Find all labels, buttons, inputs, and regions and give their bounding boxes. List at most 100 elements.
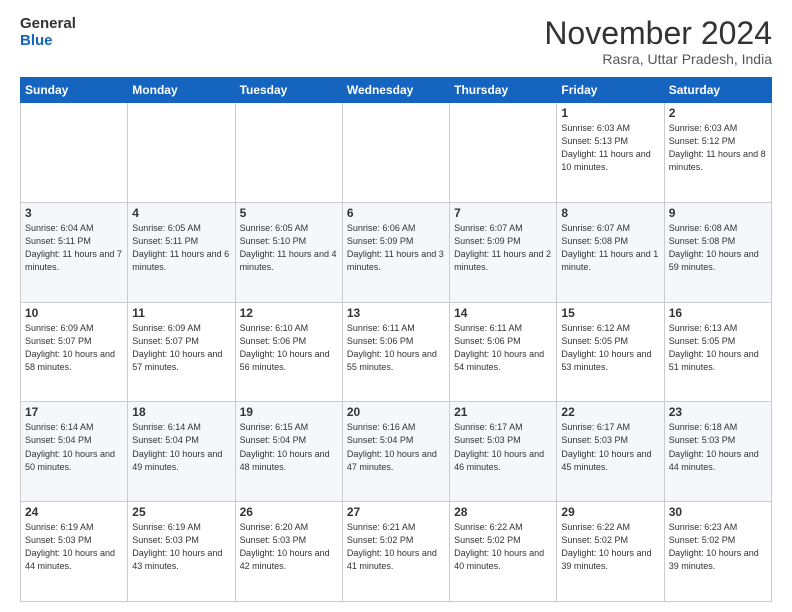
col-monday: Monday xyxy=(128,78,235,103)
day-number: 29 xyxy=(561,505,659,519)
calendar-cell-2-4: 14 Sunrise: 6:11 AM Sunset: 5:06 PM Dayli… xyxy=(450,302,557,402)
day-number: 7 xyxy=(454,206,552,220)
day-info: Sunrise: 6:07 AM Sunset: 5:08 PM Dayligh… xyxy=(561,222,659,274)
calendar-cell-1-3: 6Sunrise: 6:06 AM Sunset: 5:09 PM Daylig… xyxy=(342,202,449,302)
calendar-cell-4-1: 25 Sunrise: 6:19 AM Sunset: 5:03 PM Dayli… xyxy=(128,502,235,602)
day-number: 3 xyxy=(25,206,123,220)
calendar-cell-3-1: 18Sunrise: 6:14 AM Sunset: 5:04 PM Dayli… xyxy=(128,402,235,502)
logo-blue-text: Blue xyxy=(20,33,76,50)
calendar-cell-0-5: 1 Sunrise: 6:03 AM Sunset: 5:13 PM Daylig… xyxy=(557,103,664,203)
calendar-header-row: Sunday Monday Tuesday Wednesday Thursday… xyxy=(21,78,772,103)
day-number: 11 xyxy=(132,306,230,320)
calendar-cell-0-4 xyxy=(450,103,557,203)
day-info: Sunrise: 6:22 AM Sunset: 5:02 PM Dayligh… xyxy=(454,521,552,573)
day-number: 15 xyxy=(561,306,659,320)
calendar-cell-4-4: 28 Sunrise: 6:22 AM Sunset: 5:02 PM Dayli… xyxy=(450,502,557,602)
calendar-cell-4-5: 29 Sunrise: 6:22 AM Sunset: 5:02 PM Dayli… xyxy=(557,502,664,602)
calendar-cell-1-4: 7Sunrise: 6:07 AM Sunset: 5:09 PM Daylig… xyxy=(450,202,557,302)
calendar-cell-1-6: 9 Sunrise: 6:08 AM Sunset: 5:08 PM Daylig… xyxy=(664,202,771,302)
day-number: 26 xyxy=(240,505,338,519)
day-info: Sunrise: 6:19 AM Sunset: 5:03 PM Dayligh… xyxy=(132,521,230,573)
day-number: 8 xyxy=(561,206,659,220)
calendar-table: Sunday Monday Tuesday Wednesday Thursday… xyxy=(20,77,772,602)
week-row-4: 17 Sunrise: 6:14 AM Sunset: 5:04 PM Dayli… xyxy=(21,402,772,502)
calendar-cell-4-0: 24Sunrise: 6:19 AM Sunset: 5:03 PM Dayli… xyxy=(21,502,128,602)
day-number: 18 xyxy=(132,405,230,419)
day-info: Sunrise: 6:14 AM Sunset: 5:04 PM Dayligh… xyxy=(25,421,123,473)
day-number: 19 xyxy=(240,405,338,419)
day-number: 17 xyxy=(25,405,123,419)
day-info: Sunrise: 6:13 AM Sunset: 5:05 PM Dayligh… xyxy=(669,322,767,374)
week-row-2: 3 Sunrise: 6:04 AM Sunset: 5:11 PM Daylig… xyxy=(21,202,772,302)
day-info: Sunrise: 6:09 AM Sunset: 5:07 PM Dayligh… xyxy=(25,322,123,374)
day-number: 6 xyxy=(347,206,445,220)
day-info: Sunrise: 6:22 AM Sunset: 5:02 PM Dayligh… xyxy=(561,521,659,573)
day-number: 4 xyxy=(132,206,230,220)
day-number: 10 xyxy=(25,306,123,320)
col-sunday: Sunday xyxy=(21,78,128,103)
month-title: November 2024 xyxy=(544,16,772,51)
page: General Blue General Blue November 2024 … xyxy=(0,0,792,612)
calendar-cell-2-0: 10 Sunrise: 6:09 AM Sunset: 5:07 PM Dayli… xyxy=(21,302,128,402)
calendar-cell-3-3: 20 Sunrise: 6:16 AM Sunset: 5:04 PM Dayli… xyxy=(342,402,449,502)
calendar-cell-0-0 xyxy=(21,103,128,203)
day-info: Sunrise: 6:10 AM Sunset: 5:06 PM Dayligh… xyxy=(240,322,338,374)
week-row-3: 10 Sunrise: 6:09 AM Sunset: 5:07 PM Dayli… xyxy=(21,302,772,402)
day-number: 13 xyxy=(347,306,445,320)
week-row-1: 1 Sunrise: 6:03 AM Sunset: 5:13 PM Daylig… xyxy=(21,103,772,203)
day-info: Sunrise: 6:04 AM Sunset: 5:11 PM Dayligh… xyxy=(25,222,123,274)
day-number: 23 xyxy=(669,405,767,419)
day-info: Sunrise: 6:08 AM Sunset: 5:08 PM Dayligh… xyxy=(669,222,767,274)
day-number: 2 xyxy=(669,106,767,120)
calendar-cell-0-6: 2Sunrise: 6:03 AM Sunset: 5:12 PM Daylig… xyxy=(664,103,771,203)
day-info: Sunrise: 6:09 AM Sunset: 5:07 PM Dayligh… xyxy=(132,322,230,374)
day-info: Sunrise: 6:23 AM Sunset: 5:02 PM Dayligh… xyxy=(669,521,767,573)
title-block: November 2024 Rasra, Uttar Pradesh, Indi… xyxy=(544,16,772,67)
location: Rasra, Uttar Pradesh, India xyxy=(544,51,772,67)
day-number: 28 xyxy=(454,505,552,519)
calendar-cell-0-2 xyxy=(235,103,342,203)
calendar-cell-2-6: 16Sunrise: 6:13 AM Sunset: 5:05 PM Dayli… xyxy=(664,302,771,402)
day-number: 12 xyxy=(240,306,338,320)
day-number: 21 xyxy=(454,405,552,419)
col-wednesday: Wednesday xyxy=(342,78,449,103)
col-friday: Friday xyxy=(557,78,664,103)
day-number: 1 xyxy=(561,106,659,120)
calendar-cell-3-5: 22Sunrise: 6:17 AM Sunset: 5:03 PM Dayli… xyxy=(557,402,664,502)
day-number: 9 xyxy=(669,206,767,220)
calendar-cell-1-5: 8 Sunrise: 6:07 AM Sunset: 5:08 PM Daylig… xyxy=(557,202,664,302)
calendar-cell-2-3: 13 Sunrise: 6:11 AM Sunset: 5:06 PM Dayli… xyxy=(342,302,449,402)
day-number: 24 xyxy=(25,505,123,519)
day-number: 25 xyxy=(132,505,230,519)
day-info: Sunrise: 6:20 AM Sunset: 5:03 PM Dayligh… xyxy=(240,521,338,573)
day-info: Sunrise: 6:17 AM Sunset: 5:03 PM Dayligh… xyxy=(561,421,659,473)
calendar-cell-0-3 xyxy=(342,103,449,203)
calendar-cell-3-4: 21Sunrise: 6:17 AM Sunset: 5:03 PM Dayli… xyxy=(450,402,557,502)
day-info: Sunrise: 6:11 AM Sunset: 5:06 PM Dayligh… xyxy=(454,322,552,374)
day-number: 5 xyxy=(240,206,338,220)
day-info: Sunrise: 6:18 AM Sunset: 5:03 PM Dayligh… xyxy=(669,421,767,473)
calendar-cell-0-1 xyxy=(128,103,235,203)
col-tuesday: Tuesday xyxy=(235,78,342,103)
day-info: Sunrise: 6:05 AM Sunset: 5:11 PM Dayligh… xyxy=(132,222,230,274)
calendar-cell-2-5: 15Sunrise: 6:12 AM Sunset: 5:05 PM Dayli… xyxy=(557,302,664,402)
calendar-cell-2-2: 12 Sunrise: 6:10 AM Sunset: 5:06 PM Dayli… xyxy=(235,302,342,402)
calendar-cell-4-6: 30 Sunrise: 6:23 AM Sunset: 5:02 PM Dayli… xyxy=(664,502,771,602)
calendar-cell-4-3: 27 Sunrise: 6:21 AM Sunset: 5:02 PM Dayli… xyxy=(342,502,449,602)
day-info: Sunrise: 6:16 AM Sunset: 5:04 PM Dayligh… xyxy=(347,421,445,473)
day-info: Sunrise: 6:15 AM Sunset: 5:04 PM Dayligh… xyxy=(240,421,338,473)
calendar-cell-3-2: 19 Sunrise: 6:15 AM Sunset: 5:04 PM Dayli… xyxy=(235,402,342,502)
col-thursday: Thursday xyxy=(450,78,557,103)
day-info: Sunrise: 6:21 AM Sunset: 5:02 PM Dayligh… xyxy=(347,521,445,573)
day-number: 14 xyxy=(454,306,552,320)
day-number: 30 xyxy=(669,505,767,519)
day-info: Sunrise: 6:11 AM Sunset: 5:06 PM Dayligh… xyxy=(347,322,445,374)
day-number: 27 xyxy=(347,505,445,519)
logo: General Blue General Blue xyxy=(20,16,76,49)
day-number: 20 xyxy=(347,405,445,419)
calendar-cell-1-1: 4 Sunrise: 6:05 AM Sunset: 5:11 PM Daylig… xyxy=(128,202,235,302)
header: General Blue General Blue November 2024 … xyxy=(20,16,772,67)
day-info: Sunrise: 6:03 AM Sunset: 5:13 PM Dayligh… xyxy=(561,122,659,174)
logo-text: General Blue xyxy=(20,16,76,49)
col-saturday: Saturday xyxy=(664,78,771,103)
